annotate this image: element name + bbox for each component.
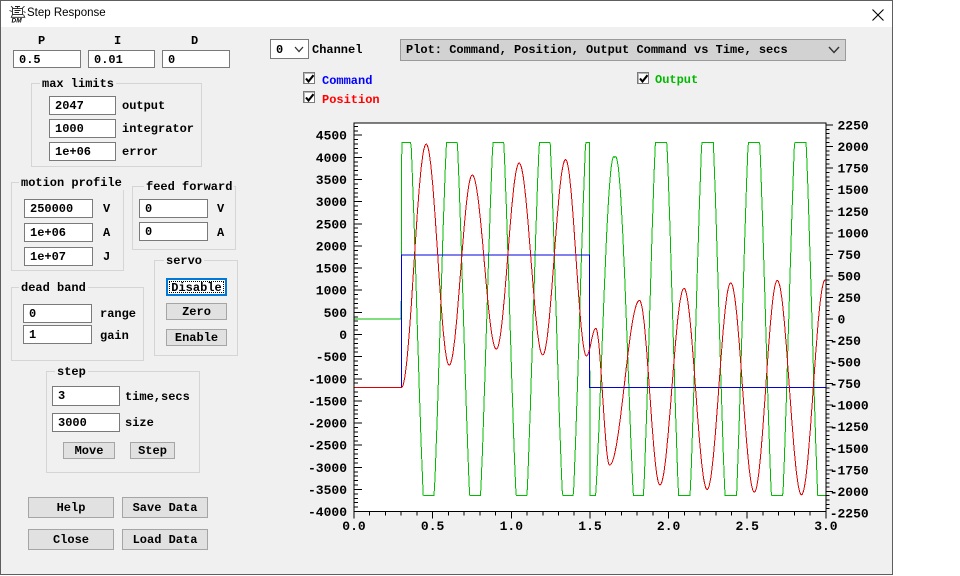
svg-text:-3500: -3500 [308,483,347,498]
svg-text:500: 500 [838,269,862,284]
svg-text:3000: 3000 [316,195,347,210]
svg-text:3.0: 3.0 [814,519,838,534]
svg-text:-2500: -2500 [308,439,347,454]
svg-text:2000: 2000 [316,239,347,254]
svg-text:1.0: 1.0 [500,519,524,534]
svg-text:1.5: 1.5 [578,519,602,534]
svg-text:250: 250 [838,291,862,306]
svg-text:-1500: -1500 [308,394,347,409]
svg-text:0: 0 [339,328,347,343]
svg-text:-1500: -1500 [830,442,869,457]
svg-text:-500: -500 [316,350,347,365]
svg-text:4500: 4500 [316,129,347,144]
svg-text:0.0: 0.0 [342,519,366,534]
svg-text:1500: 1500 [316,262,347,277]
svg-text:-1000: -1000 [830,399,869,414]
svg-text:1500: 1500 [838,183,869,198]
svg-text:-250: -250 [830,334,861,349]
svg-text:-500: -500 [830,356,861,371]
svg-text:2000: 2000 [838,140,869,155]
svg-text:-1750: -1750 [830,463,869,478]
svg-text:1000: 1000 [316,284,347,299]
svg-text:2250: 2250 [838,119,869,134]
svg-text:-2000: -2000 [308,417,347,432]
svg-text:0.5: 0.5 [421,519,445,534]
svg-text:2500: 2500 [316,217,347,232]
svg-text:500: 500 [324,306,348,321]
svg-text:0: 0 [838,313,846,328]
svg-text:3500: 3500 [316,173,347,188]
svg-text:-3000: -3000 [308,461,347,476]
svg-text:2.0: 2.0 [657,519,681,534]
svg-text:-750: -750 [830,377,861,392]
svg-text:2.5: 2.5 [735,519,759,534]
svg-text:-4000: -4000 [308,505,347,520]
svg-text:-1000: -1000 [308,372,347,387]
svg-text:1750: 1750 [838,162,869,177]
svg-text:1000: 1000 [838,226,869,241]
svg-text:-1250: -1250 [830,420,869,435]
svg-text:-2000: -2000 [830,485,869,500]
svg-text:750: 750 [838,248,862,263]
svg-text:4000: 4000 [316,151,347,166]
svg-text:1250: 1250 [838,205,869,220]
